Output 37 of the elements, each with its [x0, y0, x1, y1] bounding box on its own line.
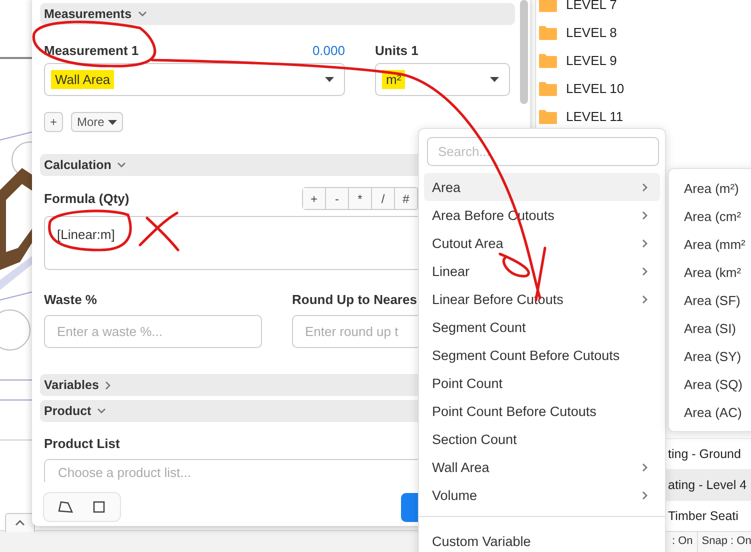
measurement-select[interactable]: Wall Area	[44, 63, 345, 96]
operator-button[interactable]: *	[349, 188, 372, 209]
waste-field[interactable]: Enter a waste %...	[44, 315, 262, 348]
status-item: Snap : On	[698, 532, 751, 552]
measurement-value: 0.000	[312, 42, 345, 58]
field-label: Round Up to Neares	[292, 292, 417, 307]
submenu-item[interactable]: Area (cm²	[669, 202, 751, 230]
submenu-item[interactable]: Area (SF)	[669, 286, 751, 314]
submenu-item[interactable]: Area (m²)	[669, 174, 751, 202]
submenu-item[interactable]: Area (SQ)	[669, 370, 751, 398]
submenu-item[interactable]: Area (km²	[669, 258, 751, 286]
field-label: Units 1	[375, 42, 418, 58]
section-header[interactable]: Measurements	[40, 3, 515, 25]
menu-item[interactable]: Area	[424, 173, 660, 201]
operator-button[interactable]: #	[395, 188, 418, 209]
add-button[interactable]: +	[44, 112, 64, 132]
menu-item[interactable]: Volume	[424, 481, 660, 509]
folder-label[interactable]: LEVEL 9	[566, 52, 617, 68]
field-label: Waste %	[44, 292, 97, 307]
submenu-item[interactable]: Area (AC)	[669, 398, 751, 426]
operator-button[interactable]: -	[326, 188, 349, 209]
field-label: Product List	[44, 436, 120, 451]
status-item: : On	[668, 532, 698, 552]
field-label: Measurement 1	[44, 42, 139, 58]
operator-button[interactable]: /	[372, 188, 395, 209]
submenu-item[interactable]: Area (SY)	[669, 342, 751, 370]
menu-item[interactable]: Custom Variable	[424, 517, 660, 552]
units-select[interactable]: m²	[375, 63, 510, 96]
folder-label[interactable]: LEVEL 10	[566, 80, 624, 96]
menu-item[interactable]: Section Count	[424, 425, 660, 453]
more-button[interactable]: More	[71, 112, 124, 132]
submenu-item[interactable]: Area (mm²	[669, 230, 751, 258]
folder-label[interactable]: LEVEL 8	[566, 24, 617, 40]
folder-label[interactable]: LEVEL 11	[566, 108, 624, 124]
operator-button[interactable]: +	[303, 188, 326, 209]
submenu-item[interactable]: Area (SI)	[669, 314, 751, 342]
field-label: Formula (Qty)	[44, 191, 130, 206]
